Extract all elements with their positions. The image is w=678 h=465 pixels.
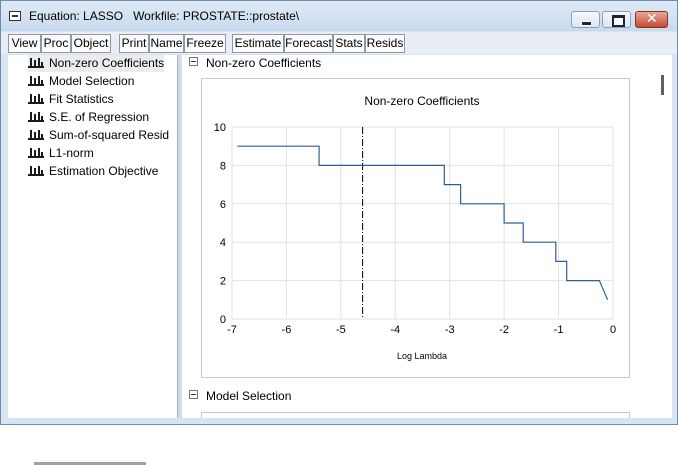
series-line [237, 145, 609, 301]
y-tick-label: 10 [214, 122, 226, 134]
graph-icon [28, 110, 44, 122]
tree-item-label: Estimation Objective [49, 164, 159, 178]
tree-item-fit-statistics[interactable]: Fit Statistics [28, 91, 114, 108]
x-tick-label: -3 [445, 324, 455, 336]
object-button[interactable]: Object [71, 34, 111, 53]
x-tick-label: -4 [390, 324, 400, 336]
pane-splitter[interactable] [177, 55, 181, 418]
graph-icon [28, 128, 44, 140]
y-tick-label: 6 [220, 199, 226, 211]
scroll-thumb[interactable] [661, 75, 664, 95]
vertical-scrollbar[interactable] [656, 55, 672, 418]
toolbar: View Proc Object Print Name Freeze Estim… [1, 32, 677, 54]
tree-item-se-of-regression[interactable]: S.E. of Regression [28, 109, 149, 126]
estimate-button[interactable]: Estimate [232, 34, 284, 53]
tree-item-estimation-objective[interactable]: Estimation Objective [28, 163, 158, 180]
section-title: Non-zero Coefficients [206, 56, 322, 70]
output-content-pane: Non-zero Coefficients -7 -6 -5 -4 -3 -2 -1 0 0 2 4… [182, 55, 656, 418]
maximize-button[interactable] [602, 11, 631, 28]
graph-icon [28, 56, 44, 68]
y-tick-label: 0 [220, 314, 226, 326]
chart-frame: -7 -6 -5 -4 -3 -2 -1 0 0 2 4 6 8 10 Non-zero Coeffici… [201, 78, 630, 378]
section-header-non-zero-coefficients[interactable]: Non-zero Coefficients [189, 55, 321, 71]
tree-item-label: L1-norm [49, 146, 94, 160]
stats-button[interactable]: Stats [333, 34, 365, 53]
chart-title: Non-zero Coefficients [364, 94, 479, 108]
tree-item-non-zero-coefficients[interactable]: Non-zero Coefficients [28, 55, 165, 72]
title-bar[interactable]: Equation: LASSO Workfile: PROSTATE::pros… [1, 1, 677, 31]
window-menu-icon[interactable] [9, 11, 21, 21]
forecast-button[interactable]: Forecast [284, 34, 333, 53]
x-tick-label: -5 [336, 324, 346, 336]
chart-frame-model-selection [201, 412, 630, 418]
collapse-icon[interactable] [189, 390, 198, 399]
output-tree-pane: Non-zero Coefficients Model Selection Fi… [8, 55, 178, 465]
graph-icon [28, 146, 44, 158]
tree-item-label: Model Selection [49, 74, 135, 88]
x-axis-label: Log Lambda [397, 351, 447, 361]
section-header-model-selection[interactable]: Model Selection [189, 388, 291, 404]
tree-item-model-selection[interactable]: Model Selection [28, 73, 134, 90]
tree-item-label: Non-zero Coefficients [49, 56, 165, 70]
non-zero-coefficients-chart: -7 -6 -5 -4 -3 -2 -1 0 0 2 4 6 8 10 Non-zero Coeffici… [214, 94, 616, 361]
proc-button[interactable]: Proc [41, 34, 71, 53]
close-icon: ✕ [646, 11, 658, 27]
equation-window: Equation: LASSO Workfile: PROSTATE::pros… [0, 0, 678, 465]
y-tick-label: 4 [220, 237, 226, 249]
section-title: Model Selection [206, 389, 292, 403]
name-button[interactable]: Name [149, 34, 184, 53]
resids-button[interactable]: Resids [365, 34, 405, 53]
graph-icon [28, 164, 44, 176]
graph-icon [28, 92, 44, 104]
print-button[interactable]: Print [119, 34, 149, 53]
window-title: Equation: LASSO Workfile: PROSTATE::pros… [29, 9, 300, 23]
x-tick-label: -1 [554, 324, 564, 336]
tree-item-label: S.E. of Regression [49, 110, 150, 124]
y-tick-label: 2 [220, 276, 226, 288]
tree-item-label: Fit Statistics [49, 92, 114, 106]
graph-icon [28, 74, 44, 86]
collapse-icon[interactable] [189, 57, 198, 66]
tree-item-label: Sum-of-squared Resid [49, 128, 170, 142]
view-button[interactable]: View [8, 34, 41, 53]
x-tick-label: 0 [610, 324, 616, 336]
tree-item-l1-norm[interactable]: L1-norm [28, 145, 94, 162]
x-tick-label: -7 [227, 324, 237, 336]
freeze-button[interactable]: Freeze [184, 34, 226, 53]
y-tick-label: 8 [220, 160, 226, 172]
x-tick-label: -6 [282, 324, 292, 336]
minimize-icon [581, 21, 592, 26]
maximize-icon [612, 15, 625, 27]
minimize-button[interactable] [571, 11, 600, 28]
close-button[interactable]: ✕ [635, 11, 668, 28]
x-tick-label: -2 [499, 324, 509, 336]
tree-item-sum-of-squared-resid[interactable]: Sum-of-squared Resid [28, 127, 169, 144]
